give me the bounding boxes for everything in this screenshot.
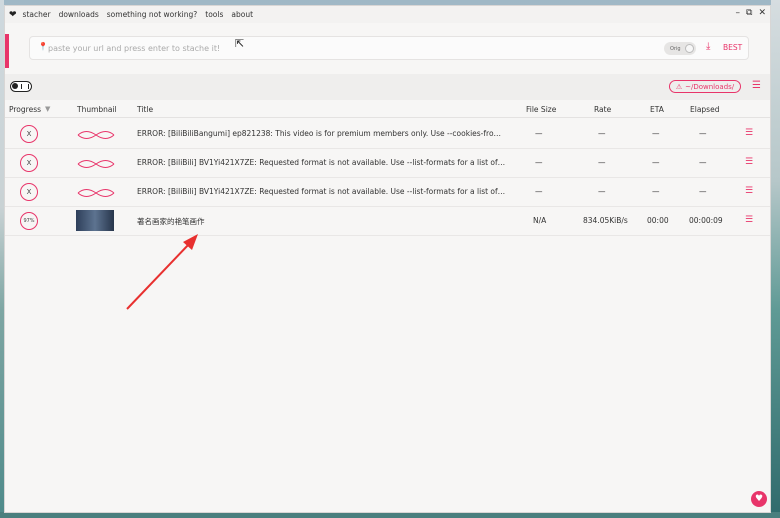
app-window: ❤ stacher downloads something not workin…: [4, 5, 771, 513]
heart-chat-icon[interactable]: ♥: [751, 491, 767, 507]
annotation-arrow-icon: [126, 234, 198, 310]
desktop-right-edge: [771, 0, 780, 518]
